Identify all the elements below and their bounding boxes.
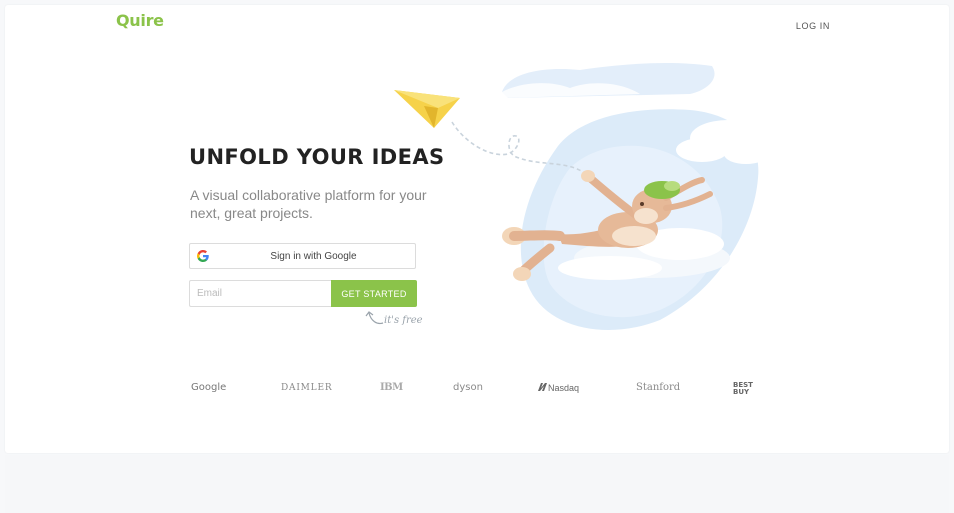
brand-nasdaq-label: Nasdaq [548, 383, 580, 393]
footer-strip [5, 455, 949, 513]
login-link[interactable]: LOG IN [796, 21, 830, 31]
paper-plane-icon [394, 90, 460, 128]
hero-headline: UNFOLD YOUR IDEAS [189, 145, 445, 169]
hero-illustration [390, 58, 770, 338]
email-field[interactable] [189, 280, 331, 307]
nasdaq-n-icon [538, 383, 547, 391]
get-started-button[interactable]: GET STARTED [331, 280, 417, 307]
brand-daimler: DAIMLER [281, 383, 333, 393]
brand-nasdaq: Nasdaq [537, 382, 579, 393]
brand-google: Google [191, 382, 227, 393]
free-note: it's free [365, 309, 429, 331]
brand-dyson: dyson [453, 382, 483, 393]
hero-subtitle: A visual collaborative platform for your… [190, 187, 427, 221]
google-g-icon [197, 250, 209, 262]
brand-bestbuy: BEST BUY [733, 381, 753, 396]
google-signin-button[interactable]: Sign in with Google [189, 243, 416, 269]
brand-ibm: IBM [380, 382, 403, 393]
google-signin-label: Sign in with Google [270, 250, 357, 262]
brand-stanford: Stanford [636, 382, 681, 393]
free-note-text: it's free [384, 315, 423, 326]
quire-logo[interactable]: Quire [116, 11, 164, 30]
